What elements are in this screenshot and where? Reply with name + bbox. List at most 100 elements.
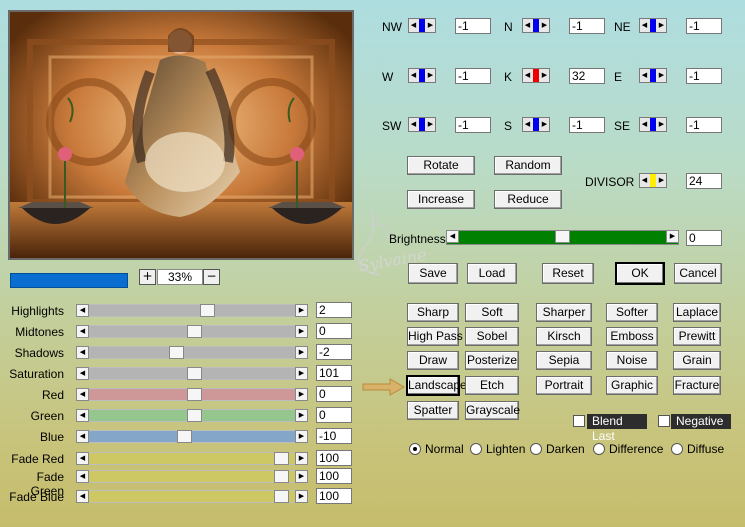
fade-blue-thumb[interactable]	[274, 490, 289, 503]
fade-red-value-field[interactable]: 100	[316, 450, 352, 466]
red-slider[interactable]: ◀ ▶	[76, 388, 308, 401]
fade-green-slider[interactable]: ◀ ▶	[76, 470, 308, 483]
arrow-left-icon[interactable]: ◀	[640, 19, 649, 32]
rotate-button[interactable]: Rotate	[407, 156, 475, 175]
arrow-left-icon[interactable]: ◀	[76, 388, 89, 401]
zoom-in-button[interactable]: +	[139, 269, 156, 285]
matrix-spinner-ne[interactable]: ◀ ▶	[639, 18, 667, 33]
mode-lighten-radio[interactable]	[470, 443, 482, 455]
arrow-left-icon[interactable]: ◀	[76, 470, 89, 483]
arrow-left-icon[interactable]: ◀	[76, 367, 89, 380]
shadows-slider[interactable]: ◀ ▶	[76, 346, 308, 359]
preset-noise-button[interactable]: Noise	[606, 351, 658, 370]
preset-sharp-button[interactable]: Sharp	[407, 303, 459, 322]
arrow-left-icon[interactable]: ◀	[76, 430, 89, 443]
arrow-right-icon[interactable]: ▶	[657, 118, 666, 131]
arrow-right-icon[interactable]: ▶	[657, 19, 666, 32]
green-value-field[interactable]: 0	[316, 407, 352, 423]
matrix-field-e[interactable]: -1	[686, 68, 722, 84]
red-thumb[interactable]	[187, 388, 202, 401]
matrix-spinner-se[interactable]: ◀ ▶	[639, 117, 667, 132]
arrow-right-icon[interactable]: ▶	[295, 325, 308, 338]
preset-portrait-button[interactable]: Portrait	[536, 376, 592, 395]
arrow-left-icon[interactable]: ◀	[640, 174, 649, 187]
arrow-right-icon[interactable]: ▶	[426, 118, 435, 131]
arrow-left-icon[interactable]: ◀	[409, 69, 418, 82]
fade-red-slider[interactable]: ◀ ▶	[76, 452, 308, 465]
arrow-right-icon[interactable]: ▶	[657, 69, 666, 82]
reset-button[interactable]: Reset	[542, 263, 594, 284]
brightness-thumb[interactable]	[555, 230, 570, 243]
cancel-button[interactable]: Cancel	[674, 263, 722, 284]
preset-fracture-button[interactable]: Fracture	[673, 376, 721, 395]
saturation-slider[interactable]: ◀ ▶	[76, 367, 308, 380]
preset-softer-button[interactable]: Softer	[606, 303, 658, 322]
preset-sobel-button[interactable]: Sobel	[465, 327, 519, 346]
matrix-field-se[interactable]: -1	[686, 117, 722, 133]
arrow-left-icon[interactable]: ◀	[76, 325, 89, 338]
preset-sepia-button[interactable]: Sepia	[536, 351, 592, 370]
preset-laplace-button[interactable]: Laplace	[673, 303, 721, 322]
matrix-field-k[interactable]: 32	[569, 68, 605, 84]
random-button[interactable]: Random	[494, 156, 562, 175]
fade-red-thumb[interactable]	[274, 452, 289, 465]
red-value-field[interactable]: 0	[316, 386, 352, 402]
preset-high-pass-button[interactable]: High Pass	[407, 327, 463, 346]
preset-spatter-button[interactable]: Spatter	[407, 401, 459, 420]
arrow-right-icon[interactable]: ▶	[295, 430, 308, 443]
highlights-slider[interactable]: ◀ ▶	[76, 304, 308, 317]
blue-slider[interactable]: ◀ ▶	[76, 430, 308, 443]
arrow-right-icon[interactable]: ▶	[666, 230, 679, 243]
arrow-right-icon[interactable]: ▶	[295, 367, 308, 380]
arrow-left-icon[interactable]: ◀	[640, 118, 649, 131]
blue-thumb[interactable]	[177, 430, 192, 443]
arrow-left-icon[interactable]: ◀	[640, 69, 649, 82]
arrow-left-icon[interactable]: ◀	[76, 490, 89, 503]
preset-graphic-button[interactable]: Graphic	[606, 376, 658, 395]
load-button[interactable]: Load	[467, 263, 517, 284]
arrow-left-icon[interactable]: ◀	[409, 118, 418, 131]
arrow-left-icon[interactable]: ◀	[523, 69, 532, 82]
blend-last-checkbox[interactable]	[573, 415, 585, 427]
blue-value-field[interactable]: -10	[316, 428, 352, 444]
reduce-button[interactable]: Reduce	[494, 190, 562, 209]
green-thumb[interactable]	[187, 409, 202, 422]
preset-sharper-button[interactable]: Sharper	[536, 303, 592, 322]
negative-checkbox[interactable]	[658, 415, 670, 427]
matrix-spinner-nw[interactable]: ◀ ▶	[408, 18, 436, 33]
arrow-left-icon[interactable]: ◀	[76, 346, 89, 359]
preset-soft-button[interactable]: Soft	[465, 303, 519, 322]
fade-green-value-field[interactable]: 100	[316, 468, 352, 484]
arrow-right-icon[interactable]: ▶	[295, 388, 308, 401]
matrix-field-n[interactable]: -1	[569, 18, 605, 34]
preset-emboss-button[interactable]: Emboss	[606, 327, 658, 346]
arrow-left-icon[interactable]: ◀	[76, 304, 89, 317]
arrow-right-icon[interactable]: ▶	[295, 304, 308, 317]
arrow-left-icon[interactable]: ◀	[76, 409, 89, 422]
arrow-right-icon[interactable]: ▶	[540, 69, 549, 82]
arrow-right-icon[interactable]: ▶	[426, 69, 435, 82]
arrow-left-icon[interactable]: ◀	[523, 19, 532, 32]
ok-button[interactable]: OK	[616, 263, 664, 284]
preset-grayscale-button[interactable]: Grayscale	[465, 401, 520, 420]
fade-green-thumb[interactable]	[274, 470, 289, 483]
mode-difference-radio[interactable]	[593, 443, 605, 455]
green-slider[interactable]: ◀ ▶	[76, 409, 308, 422]
arrow-left-icon[interactable]: ◀	[523, 118, 532, 131]
matrix-spinner-s[interactable]: ◀ ▶	[522, 117, 550, 132]
highlights-thumb[interactable]	[200, 304, 215, 317]
preset-grain-button[interactable]: Grain	[673, 351, 721, 370]
midtones-value-field[interactable]: 0	[316, 323, 352, 339]
preset-prewitt-button[interactable]: Prewitt	[673, 327, 721, 346]
divisor-spinner[interactable]: ◀ ▶	[639, 173, 667, 188]
preset-draw-button[interactable]: Draw	[407, 351, 459, 370]
zoom-out-button[interactable]: −	[203, 269, 220, 285]
arrow-right-icon[interactable]: ▶	[295, 490, 308, 503]
mode-diffuse-radio[interactable]	[671, 443, 683, 455]
matrix-spinner-w[interactable]: ◀ ▶	[408, 68, 436, 83]
arrow-left-icon[interactable]: ◀	[76, 452, 89, 465]
matrix-field-sw[interactable]: -1	[455, 117, 491, 133]
highlights-value-field[interactable]: 2	[316, 302, 352, 318]
matrix-spinner-n[interactable]: ◀ ▶	[522, 18, 550, 33]
midtones-slider[interactable]: ◀ ▶	[76, 325, 308, 338]
